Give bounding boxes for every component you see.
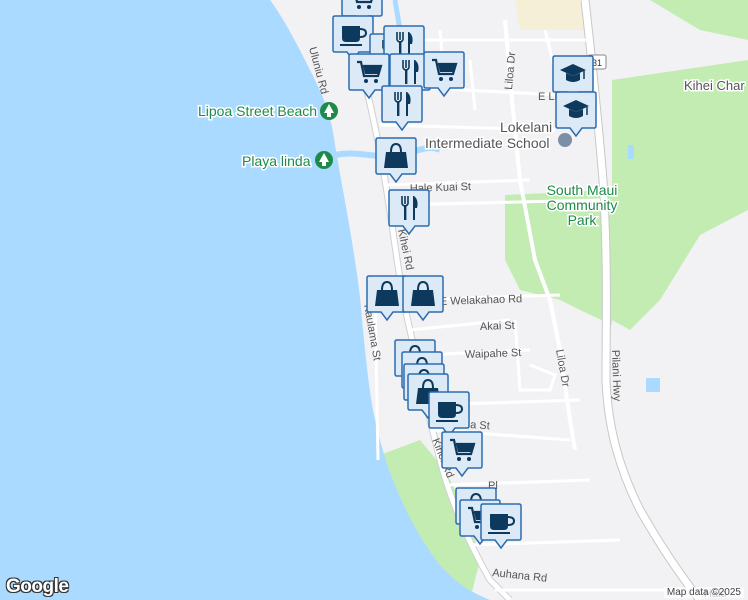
map-canvas[interactable]: 31 Uluniu Rd Liloa DrHale Kuai StKihei Rd… (0, 0, 748, 600)
street-label: Akai St (480, 320, 515, 333)
place-label-beach[interactable]: Lipoa Street Beach (197, 102, 319, 121)
place-label-place[interactable]: Kihei Char (683, 77, 747, 95)
street-label: Pilani Hwy (609, 350, 623, 402)
beach-marker-playa-linda[interactable] (315, 151, 333, 169)
place-label-school[interactable]: Intermediate School (424, 134, 552, 153)
map-attribution[interactable]: Map data ©2025 (663, 587, 744, 598)
pond (646, 378, 660, 392)
school-marker-lokelani[interactable] (558, 133, 572, 147)
street-label: Waipahe St (465, 347, 522, 361)
street-label: E Li (538, 91, 557, 103)
place-label-school[interactable]: Lokelani (499, 118, 554, 137)
pond (628, 145, 634, 159)
google-logo: Google (6, 576, 69, 597)
park-area-strip (515, 0, 585, 30)
place-label-park[interactable]: South Maui (545, 181, 619, 200)
street-label: a St (470, 419, 490, 432)
place-label-beach[interactable]: Playa linda (241, 152, 313, 171)
beach-marker-lipoa[interactable] (320, 102, 338, 120)
place-label-park[interactable]: Park (566, 211, 599, 230)
place-label-park[interactable]: Community (545, 196, 619, 215)
